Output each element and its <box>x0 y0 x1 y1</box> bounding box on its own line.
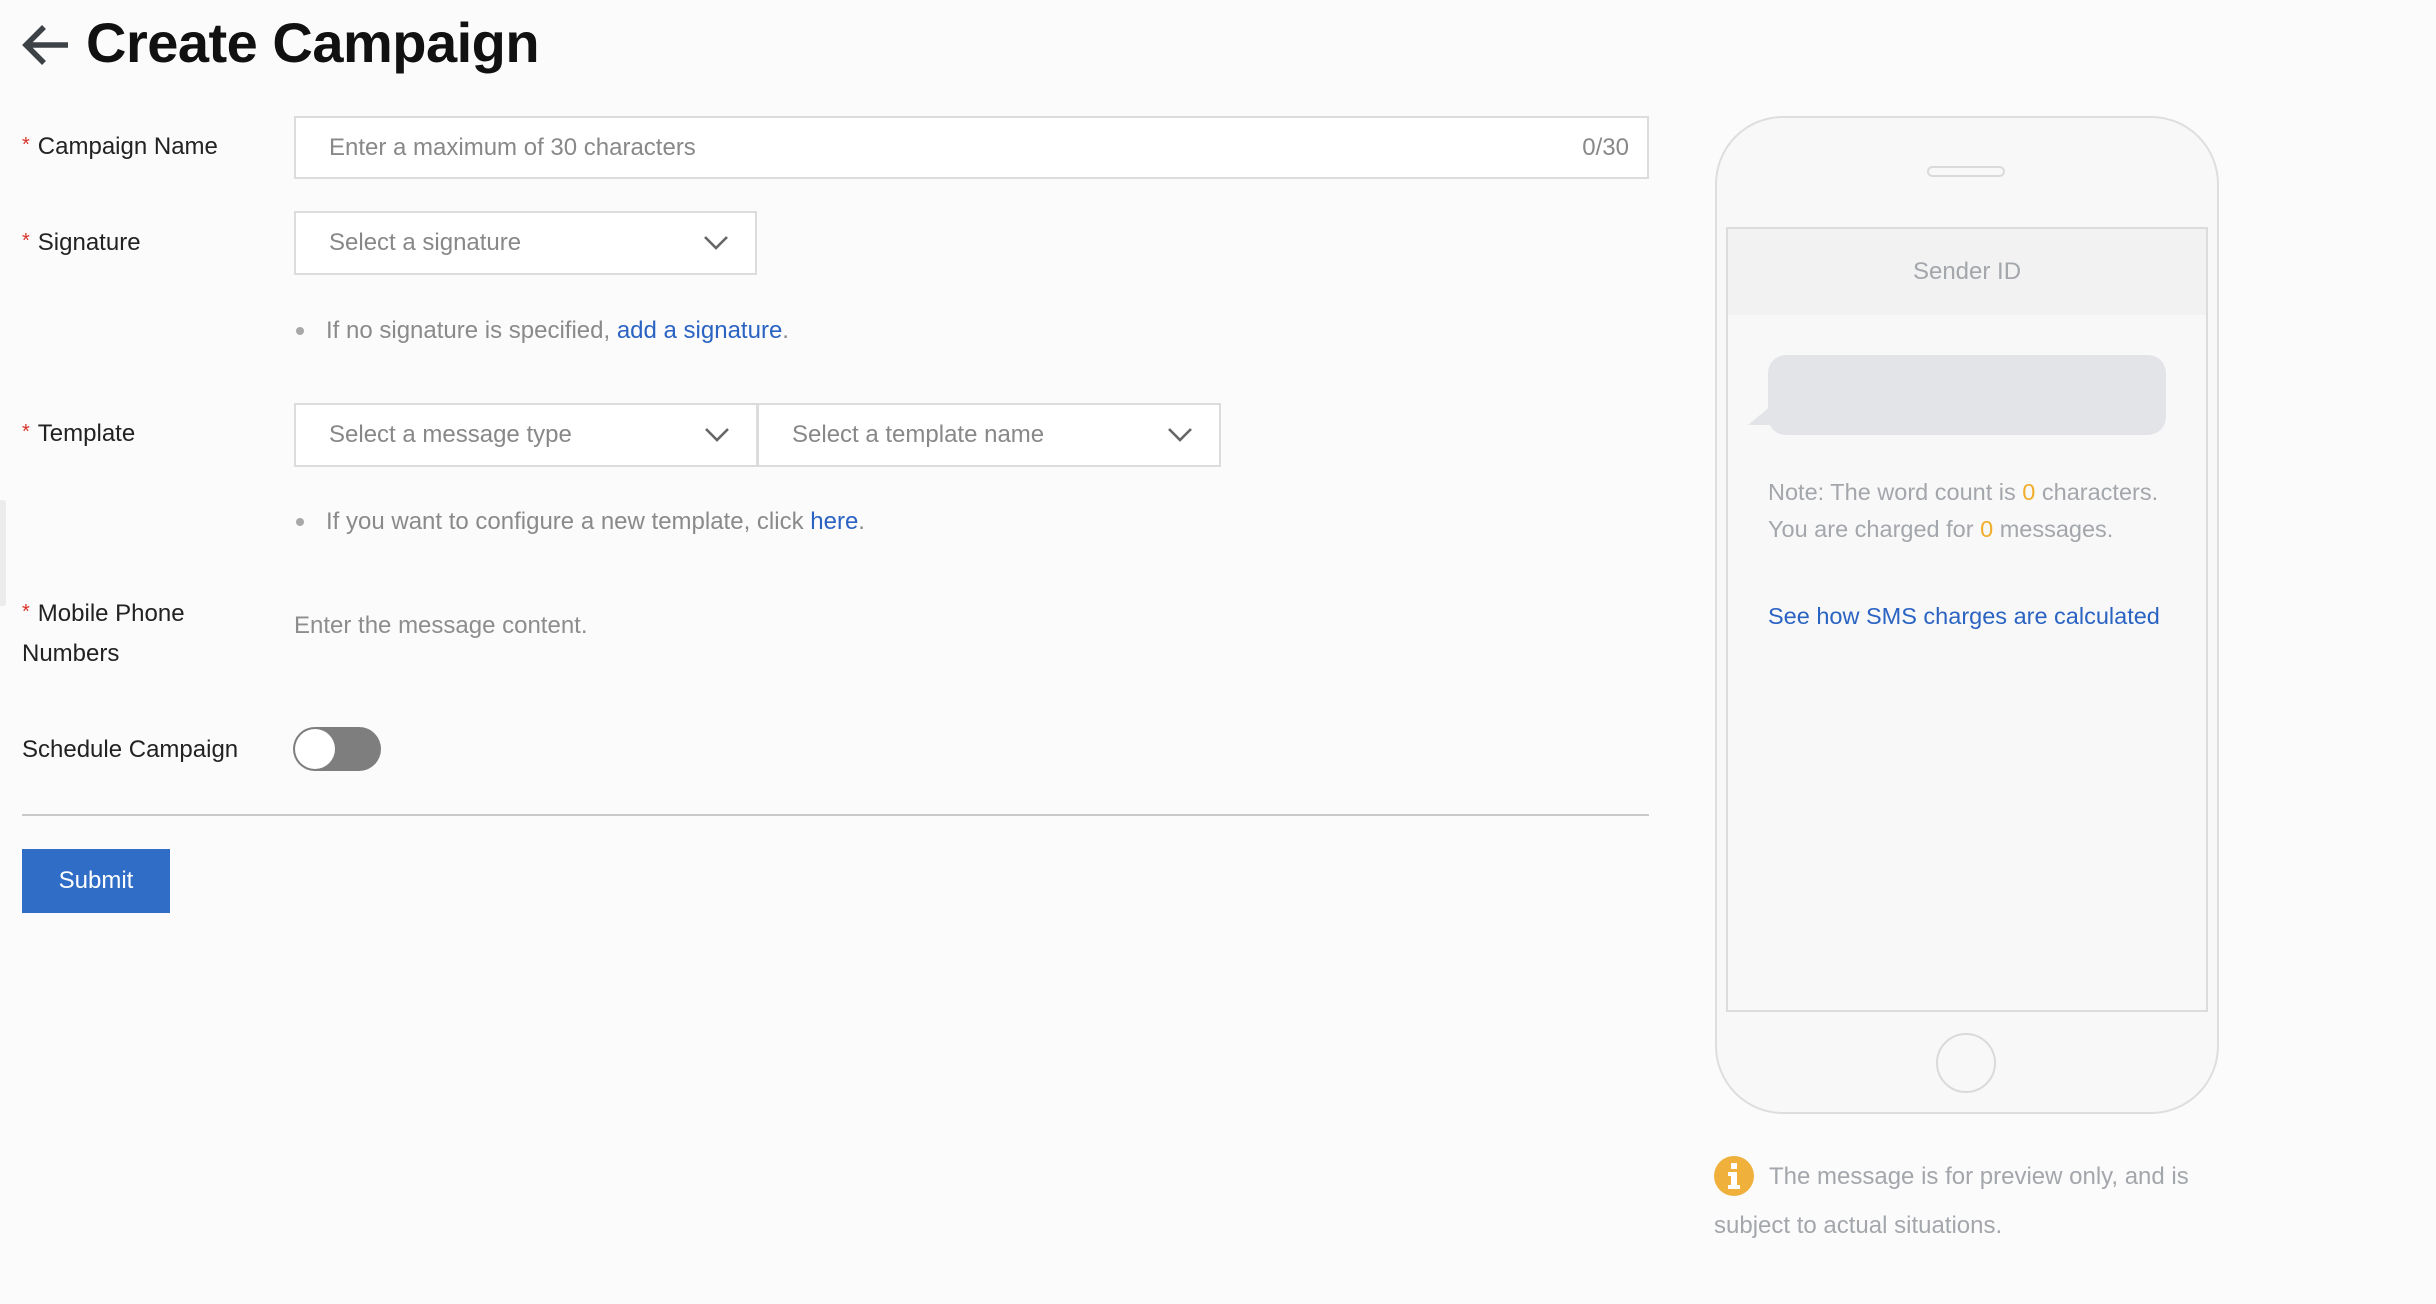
character-counter: 0/30 <box>1582 133 1629 161</box>
signature-label: * Signature <box>22 229 141 256</box>
mobile-numbers-label-line2: Numbers <box>22 640 120 667</box>
phone-speaker <box>1927 166 2005 177</box>
sidebar-collapse-handle[interactable] <box>0 500 6 606</box>
signature-hint: If no signature is specified, add a sign… <box>294 314 789 348</box>
configure-template-link[interactable]: here <box>810 508 858 536</box>
word-count: 0 <box>2022 479 2036 505</box>
page-title: Create Campaign <box>86 11 540 74</box>
info-icon <box>1714 1156 1754 1196</box>
chevron-down-icon <box>1168 428 1192 442</box>
signature-select[interactable]: Select a signature <box>294 211 757 275</box>
info-glyph <box>1728 1163 1740 1189</box>
campaign-name-label: * Campaign Name <box>22 133 218 160</box>
submit-button[interactable]: Submit <box>22 849 170 913</box>
template-name-select[interactable]: Select a template name <box>757 403 1221 467</box>
message-bubble <box>1768 355 2166 435</box>
arrow-left-icon <box>22 25 68 65</box>
message-type-placeholder: Select a message type <box>329 421 572 448</box>
template-name-placeholder: Select a template name <box>792 421 1045 448</box>
add-signature-link[interactable]: add a signature <box>617 317 782 345</box>
toggle-knob <box>295 729 335 769</box>
sender-id-header: Sender ID <box>1728 229 2206 315</box>
signature-placeholder: Select a signature <box>329 229 522 256</box>
required-mark: * <box>22 230 30 252</box>
phone-home-button <box>1936 1033 1996 1093</box>
bullet <box>296 518 304 526</box>
campaign-name-placeholder: Enter a maximum of 30 characters <box>329 133 696 161</box>
required-mark: * <box>22 421 30 443</box>
back-button[interactable] <box>20 22 72 68</box>
schedule-campaign-toggle[interactable] <box>293 727 381 771</box>
mobile-numbers-label: * Mobile Phone <box>22 600 185 627</box>
required-mark: * <box>22 601 30 623</box>
template-hint: If you want to configure a new template,… <box>294 505 865 539</box>
form-divider <box>22 814 1649 816</box>
bullet <box>296 327 304 335</box>
sms-charges-link[interactable]: See how SMS charges are calculated <box>1768 598 2168 635</box>
required-mark: * <box>22 134 30 156</box>
message-count: 0 <box>1980 515 1994 542</box>
mobile-numbers-input[interactable]: Enter the message content. <box>294 609 588 643</box>
template-label: * Template <box>22 420 136 447</box>
message-type-select[interactable]: Select a message type <box>294 403 758 467</box>
chevron-down-icon <box>705 428 729 442</box>
preview-disclaimer: The message is for preview only, and is … <box>1714 1163 2189 1239</box>
word-count-note: Note: The word count is 0 characters. Yo… <box>1768 479 2159 542</box>
chevron-down-icon <box>704 236 728 250</box>
campaign-name-input[interactable]: Enter a maximum of 30 characters 0/30 <box>294 116 1649 179</box>
schedule-campaign-label: Schedule Campaign <box>22 736 239 763</box>
